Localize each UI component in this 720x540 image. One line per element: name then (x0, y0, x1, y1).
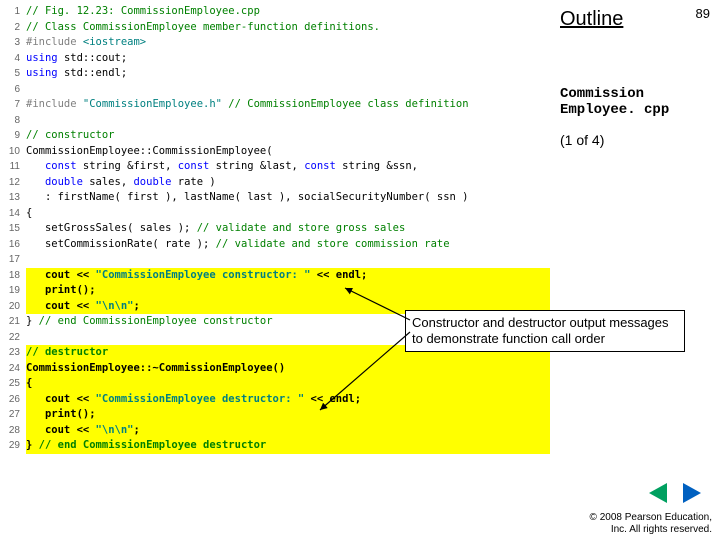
annotation-callout: Constructor and destructor output messag… (405, 310, 685, 352)
code-content: // constructor (26, 128, 550, 144)
code-line: 8 (4, 113, 550, 129)
code-line: 4using std::cout; (4, 51, 550, 67)
code-content (26, 113, 550, 129)
line-number: 10 (4, 144, 26, 160)
code-content: setCommissionRate( rate ); // validate a… (26, 237, 550, 253)
line-number: 17 (4, 252, 26, 268)
code-content: { (26, 206, 550, 222)
code-line: 16 setCommissionRate( rate ); // validat… (4, 237, 550, 253)
line-number: 6 (4, 82, 26, 98)
triangle-right-icon (683, 483, 701, 503)
part-label: (1 of 4) (560, 132, 604, 148)
code-line: 1// Fig. 12.23: CommissionEmployee.cpp (4, 4, 550, 20)
line-number: 15 (4, 221, 26, 237)
code-listing: 1// Fig. 12.23: CommissionEmployee.cpp2/… (0, 0, 550, 454)
code-line: 11 const string &first, const string &la… (4, 159, 550, 175)
code-line: 25{ (4, 376, 550, 392)
code-content: // Class CommissionEmployee member-funct… (26, 20, 550, 36)
code-line: 10CommissionEmployee::CommissionEmployee… (4, 144, 550, 160)
code-content: #include <iostream> (26, 35, 550, 51)
line-number: 11 (4, 159, 26, 175)
code-content (26, 82, 550, 98)
code-content: using std::endl; (26, 66, 550, 82)
code-line: 7#include "CommissionEmployee.h" // Comm… (4, 97, 550, 113)
code-line: 27 print(); (4, 407, 550, 423)
code-line: 5using std::endl; (4, 66, 550, 82)
code-line: 19 print(); (4, 283, 550, 299)
line-number: 14 (4, 206, 26, 222)
code-line: 13 : firstName( first ), lastName( last … (4, 190, 550, 206)
code-content: } // end CommissionEmployee destructor (26, 438, 550, 454)
code-line: 2// Class CommissionEmployee member-func… (4, 20, 550, 36)
code-content: double sales, double rate ) (26, 175, 550, 191)
outline-heading: Outline (560, 8, 623, 31)
code-content: CommissionEmployee::~CommissionEmployee(… (26, 361, 550, 377)
line-number: 18 (4, 268, 26, 284)
line-number: 23 (4, 345, 26, 361)
code-content: cout << "\n\n"; (26, 423, 550, 439)
code-content: print(); (26, 407, 550, 423)
line-number: 24 (4, 361, 26, 377)
code-line: 9// constructor (4, 128, 550, 144)
next-slide-button[interactable] (678, 482, 706, 504)
line-number: 9 (4, 128, 26, 144)
line-number: 20 (4, 299, 26, 315)
page-number: 89 (696, 6, 710, 21)
code-content: #include "CommissionEmployee.h" // Commi… (26, 97, 550, 113)
copyright-line1: © 2008 Pearson Education, (590, 512, 712, 523)
code-line: 17 (4, 252, 550, 268)
line-number: 7 (4, 97, 26, 113)
line-number: 4 (4, 51, 26, 67)
code-content: // Fig. 12.23: CommissionEmployee.cpp (26, 4, 550, 20)
line-number: 1 (4, 4, 26, 20)
line-number: 21 (4, 314, 26, 330)
code-content: : firstName( first ), lastName( last ), … (26, 190, 550, 206)
copyright-line2: Inc. All rights reserved. (611, 524, 712, 535)
code-content: using std::cout; (26, 51, 550, 67)
code-line: 28 cout << "\n\n"; (4, 423, 550, 439)
code-line: 6 (4, 82, 550, 98)
code-content: const string &first, const string &last,… (26, 159, 550, 175)
code-content: { (26, 376, 550, 392)
code-line: 3#include <iostream> (4, 35, 550, 51)
code-line: 15 setGrossSales( sales ); // validate a… (4, 221, 550, 237)
line-number: 5 (4, 66, 26, 82)
line-number: 12 (4, 175, 26, 191)
line-number: 25 (4, 376, 26, 392)
slide-nav (644, 482, 706, 504)
line-number: 29 (4, 438, 26, 454)
code-content (26, 252, 550, 268)
line-number: 22 (4, 330, 26, 346)
line-number: 27 (4, 407, 26, 423)
triangle-left-icon (649, 483, 667, 503)
file-name-line1: Commission (560, 86, 644, 102)
line-number: 16 (4, 237, 26, 253)
line-number: 26 (4, 392, 26, 408)
line-number: 3 (4, 35, 26, 51)
line-number: 13 (4, 190, 26, 206)
line-number: 28 (4, 423, 26, 439)
line-number: 19 (4, 283, 26, 299)
code-line: 12 double sales, double rate ) (4, 175, 550, 191)
line-number: 2 (4, 20, 26, 36)
code-line: 18 cout << "CommissionEmployee construct… (4, 268, 550, 284)
code-content: cout << "CommissionEmployee constructor:… (26, 268, 550, 284)
file-name-label: Commission Employee. cpp (560, 86, 669, 118)
code-line: 26 cout << "CommissionEmployee destructo… (4, 392, 550, 408)
file-name-line2: Employee. cpp (560, 102, 669, 118)
code-content: print(); (26, 283, 550, 299)
copyright-text: © 2008 Pearson Education, Inc. All right… (590, 512, 712, 536)
code-content: cout << "CommissionEmployee destructor: … (26, 392, 550, 408)
line-number: 8 (4, 113, 26, 129)
code-line: 14{ (4, 206, 550, 222)
slide: 1// Fig. 12.23: CommissionEmployee.cpp2/… (0, 0, 720, 540)
code-line: 29} // end CommissionEmployee destructor (4, 438, 550, 454)
code-content: setGrossSales( sales ); // validate and … (26, 221, 550, 237)
code-content: CommissionEmployee::CommissionEmployee( (26, 144, 550, 160)
code-line: 24CommissionEmployee::~CommissionEmploye… (4, 361, 550, 377)
prev-slide-button[interactable] (644, 482, 672, 504)
